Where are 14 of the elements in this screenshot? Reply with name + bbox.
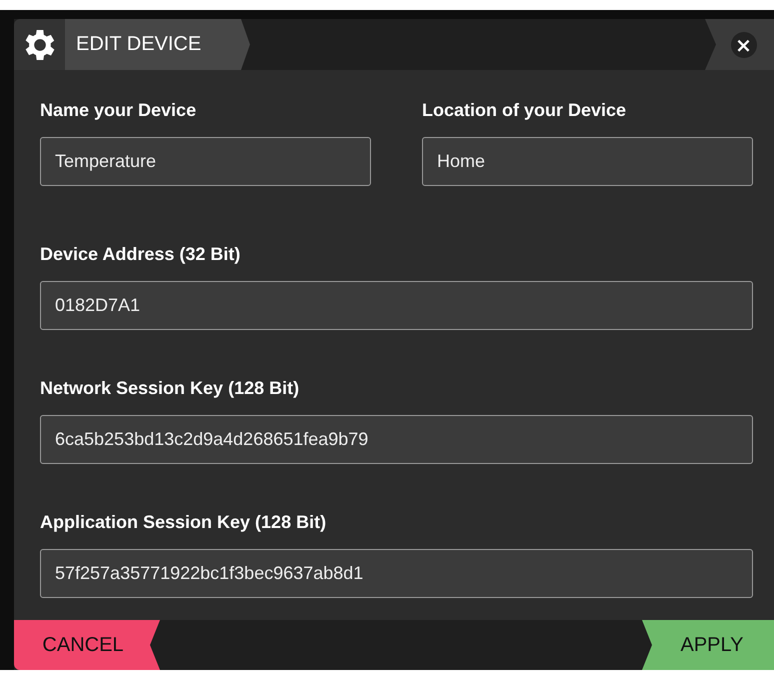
input-field[interactable]: 57f257a35771922bc1f3bec9637ab8d1 [40,549,753,598]
field-label: Application Session Key (128 Bit) [40,512,328,533]
input-field[interactable]: Temperature [40,137,371,186]
close-button[interactable]: × [730,32,756,58]
field-label: Network Session Key (128 Bit) [40,378,300,399]
dialog-title: EDIT DEVICE [65,19,250,70]
field-label: Location of your Device [422,100,628,121]
field-label: Device Address (32 Bit) [40,244,242,265]
apply-button[interactable]: APPLY [642,620,774,670]
input-field[interactable]: 6ca5b253bd13c2d9a4d268651fea9b79 [40,415,753,464]
cancel-button[interactable]: CANCEL [14,620,160,670]
input-field[interactable]: 0182D7A1 [40,281,753,330]
field-label: Name your Device [40,100,198,121]
input-field[interactable]: Home [422,137,753,186]
